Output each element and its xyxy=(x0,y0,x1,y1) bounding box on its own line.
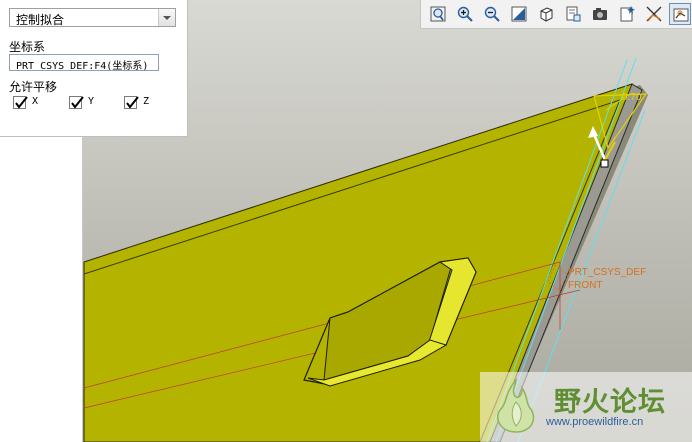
drag-handle xyxy=(600,159,609,168)
checkmark-icon xyxy=(71,96,84,109)
flame-logo-icon xyxy=(496,377,535,433)
csys-field[interactable]: PRT_CSYS_DEF:F4(坐标系) xyxy=(9,54,159,71)
zoom-in-icon[interactable] xyxy=(454,3,476,25)
checkmark-icon xyxy=(15,96,28,109)
checkbox-x-label: X xyxy=(32,96,39,107)
checkbox-z-label: Z xyxy=(143,96,150,107)
display-style-icon[interactable] xyxy=(589,3,611,25)
translate-label: 允许平移 xyxy=(9,80,58,94)
view-orientation-icon[interactable] xyxy=(535,3,557,25)
zoom-fit-icon[interactable] xyxy=(427,3,449,25)
left-panel-background xyxy=(0,136,83,442)
constraint-type-dropdown[interactable]: 控制拟合 xyxy=(9,8,176,27)
checkbox-x[interactable] xyxy=(13,96,28,109)
constraint-type-value: 控制拟合 xyxy=(16,13,65,27)
checkbox-z[interactable] xyxy=(124,96,139,109)
spin-center-icon[interactable] xyxy=(616,3,638,25)
constraint-panel: 控制拟合 坐标系 PRT_CSYS_DEF:F4(坐标系) 允许平移 X Y Z xyxy=(0,0,188,137)
csys-name-label: PRT_CSYS_DEF xyxy=(568,267,647,278)
checkbox-y[interactable] xyxy=(69,96,84,109)
datum-display-icon[interactable] xyxy=(643,3,665,25)
checkmark-icon xyxy=(126,96,139,109)
csys-label: 坐标系 xyxy=(9,40,46,54)
watermark-url: www.proewildfire.cn xyxy=(546,416,644,428)
watermark-title: 野火论坛 xyxy=(554,387,666,418)
view-toolbar xyxy=(420,0,692,29)
chevron-down-icon[interactable] xyxy=(158,9,175,26)
saved-views-icon[interactable] xyxy=(562,3,584,25)
repaint-icon[interactable] xyxy=(508,3,530,25)
csys-display-icon[interactable] xyxy=(669,3,691,25)
checkbox-y-label: Y xyxy=(88,96,95,107)
front-plane-label: FRONT xyxy=(568,280,603,291)
zoom-out-icon[interactable] xyxy=(481,3,503,25)
dimension-value[interactable]: 0.70 xyxy=(622,92,641,103)
